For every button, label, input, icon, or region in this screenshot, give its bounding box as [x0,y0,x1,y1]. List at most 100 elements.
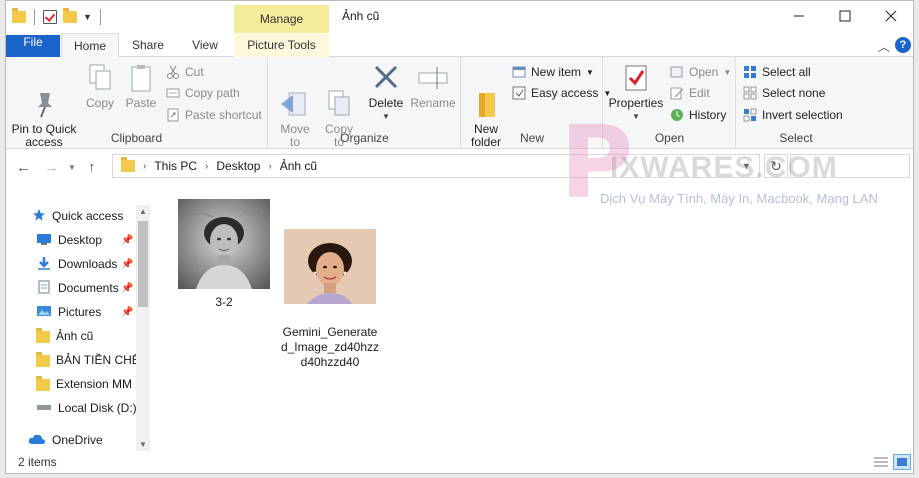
move-to-icon [279,76,311,116]
breadcrumb-current[interactable]: Ảnh cũ [280,159,317,173]
pin-icon [28,76,60,118]
manage-context-tab[interactable]: Manage [234,5,329,33]
quick-access-toolbar: ▼ [12,7,103,27]
organize-group-label: Organize [340,131,389,145]
tab-file[interactable]: File [6,35,60,59]
details-view-button[interactable] [872,454,890,470]
folder-icon [36,328,50,343]
file-name: Gemini_Generate d_Image_zd40hzz d40hzzd4… [280,325,380,369]
breadcrumb-this-pc[interactable]: This PC [154,159,197,173]
rename-button[interactable]: Rename [409,63,457,110]
qat-dropdown-icon[interactable]: ▼ [83,12,92,22]
organize-group: Move to Copy to Delete ▼ Rename Organize [269,57,461,149]
pin-icon: 📌 [121,259,134,270]
properties-check-icon [620,63,652,93]
tab-picture-tools[interactable]: Picture Tools [234,33,329,57]
properties-dropdown-icon[interactable]: ▼ [608,110,664,123]
scroll-up-icon[interactable]: ▲ [139,207,147,216]
pin-icon: 📌 [121,283,134,294]
pictures-icon [36,304,52,321]
new-item-dropdown-icon: ▼ [586,67,594,77]
close-button[interactable] [868,1,914,31]
scissors-icon [166,65,180,79]
history-button[interactable]: History [670,106,726,124]
history-icon [670,108,684,122]
star-icon [32,208,46,225]
maximize-icon [839,10,851,22]
details-view-icon [874,457,888,467]
document-icon [36,280,52,297]
minimize-button[interactable] [776,1,822,31]
folder-icon[interactable] [12,8,26,23]
image-thumbnail [178,199,270,289]
copy-to-icon [323,76,355,116]
file-item[interactable]: Gemini_Generate d_Image_zd40hzz d40hzzd4… [280,199,380,385]
easy-access-button[interactable]: Easy access ▼ [512,84,611,102]
drive-icon [36,400,52,417]
refresh-icon: ↻ [770,158,782,174]
scroll-down-icon[interactable]: ▼ [139,440,147,449]
clipboard-group: Pin to Quick access Copy Paste Cut Copy … [6,57,268,149]
back-arrow-icon[interactable]: ← [16,159,31,176]
select-none-button[interactable]: Select none [743,84,825,102]
search-input[interactable] [790,154,910,178]
breadcrumb-desktop[interactable]: Desktop [216,159,260,173]
navigation-bar: ← → ▼ ↑ › This PC › Desktop › Ảnh cũ ▼ ↻ [6,149,913,185]
large-icons-view-button[interactable] [893,454,911,470]
chevron-right-icon[interactable]: › [205,161,208,172]
paste-button[interactable]: Paste [122,63,160,110]
edit-button[interactable]: Edit [670,84,710,102]
select-group-label: Select [779,131,813,145]
invert-selection-button[interactable]: Invert selection [743,106,843,124]
invert-selection-icon [743,108,757,122]
qat-separator [34,9,35,25]
address-dropdown-icon[interactable]: ▼ [742,161,751,171]
copy-path-button[interactable]: Copy path [166,84,240,102]
explorer-window: ▼ Manage Ảnh cũ File Home Share View Pic… [5,0,914,474]
help-icon[interactable]: ? [895,37,911,53]
ribbon-tabs: File Home Share View Picture Tools ︿ ? [6,33,913,59]
properties-check-icon[interactable] [43,10,57,24]
pin-icon: 📌 [121,307,134,318]
new-folder-icon[interactable] [63,8,77,23]
maximize-button[interactable] [822,1,868,31]
refresh-button[interactable]: ↻ [764,154,788,178]
address-bar[interactable]: › This PC › Desktop › Ảnh cũ [112,154,760,178]
select-all-icon [743,65,757,79]
copy-path-icon [166,86,180,100]
open-group: Properties ▼ Open ▼ Edit History Open [604,57,736,149]
chevron-right-icon[interactable]: › [143,161,146,172]
file-item[interactable]: 3-2 [174,199,274,310]
properties-button[interactable]: Properties ▼ [608,63,664,123]
forward-arrow-icon[interactable]: → [44,159,59,176]
tab-home[interactable]: Home [61,33,119,58]
new-group: New folder New item ▼ Easy access ▼ New [462,57,611,149]
clipboard-group-label: Clipboard [110,131,163,145]
close-icon [885,10,897,22]
new-item-button[interactable]: New item ▼ [512,63,594,81]
open-group-label: Open [654,131,685,145]
delete-dropdown-icon[interactable]: ▼ [367,110,405,123]
cut-button[interactable]: Cut [166,63,204,81]
scroll-thumb[interactable] [138,221,148,307]
chevron-right-icon[interactable]: › [268,161,271,172]
file-list: 3-2 Gemini_Generate d_Image_zd40hzz d40h… [154,113,914,451]
file-name: 3-2 [215,295,233,309]
large-icons-view-icon [897,458,907,466]
paste-shortcut-button[interactable]: Paste shortcut [166,106,262,124]
select-all-button[interactable]: Select all [743,63,811,81]
open-dropdown-icon: ▼ [723,67,732,77]
copy-button[interactable]: Copy [82,63,118,110]
folder-icon [36,352,50,367]
recent-dropdown-icon[interactable]: ▼ [68,163,76,172]
tab-view[interactable]: View [182,33,228,57]
delete-button[interactable]: Delete ▼ [367,63,405,123]
tab-share[interactable]: Share [124,33,172,57]
title-bar: ▼ Manage Ảnh cũ [6,1,913,33]
ribbon-collapse-icon[interactable]: ︿ [878,38,890,55]
nav-scrollbar[interactable]: ▲ ▼ [136,205,150,451]
download-icon [36,256,52,273]
up-arrow-icon[interactable]: ↑ [88,159,96,176]
open-button[interactable]: Open ▼ [670,63,731,81]
desktop-icon [36,232,52,249]
